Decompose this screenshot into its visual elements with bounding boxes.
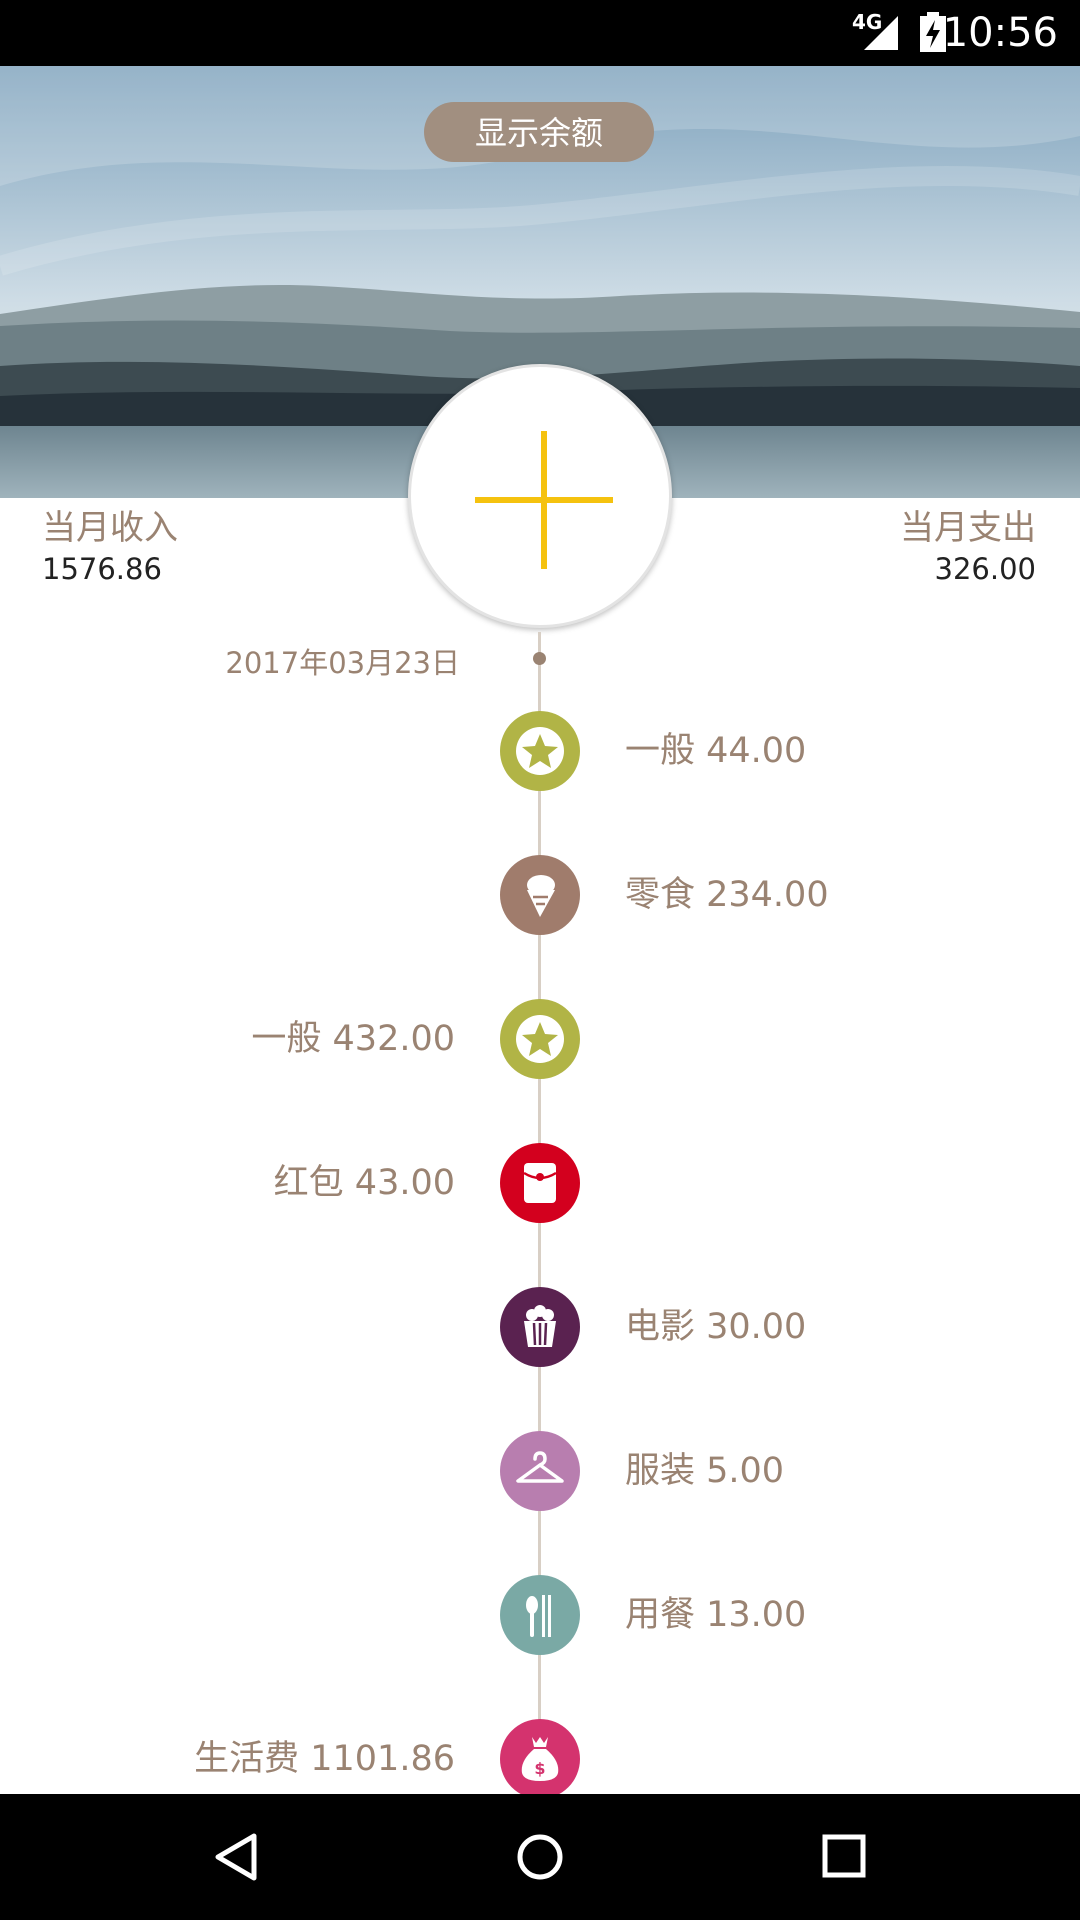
star-icon	[516, 1015, 564, 1063]
hanger-icon	[516, 1451, 564, 1483]
svg-text:$: $	[534, 1759, 545, 1778]
back-icon[interactable]	[212, 1832, 262, 1882]
expense-label: 当月支出	[900, 508, 1036, 548]
star-icon	[516, 727, 564, 775]
popcorn-icon	[524, 1305, 556, 1347]
red-envelope-icon	[523, 1163, 557, 1203]
income-label: 当月收入	[42, 508, 178, 548]
show-balance-button[interactable]: 显示余额	[424, 102, 654, 162]
entry-category-icon[interactable]	[500, 999, 580, 1079]
entry-label[interactable]: 一般 432.00	[251, 1017, 455, 1061]
entry-label[interactable]: 零食 234.00	[625, 873, 829, 917]
entry-category-icon[interactable]	[500, 711, 580, 791]
entry-category-icon[interactable]	[500, 1431, 580, 1511]
entry-category-icon[interactable]	[500, 1287, 580, 1367]
recents-icon[interactable]	[820, 1832, 870, 1882]
entry-category-icon[interactable]: $	[500, 1719, 580, 1799]
entry-label[interactable]: 红包 43.00	[274, 1161, 455, 1205]
entry-category-icon[interactable]	[500, 1143, 580, 1223]
money-bag-icon: $	[521, 1737, 559, 1781]
home-icon[interactable]	[515, 1831, 565, 1883]
income-value: 1576.86	[42, 552, 162, 586]
entry-category-icon[interactable]	[500, 855, 580, 935]
navigation-bar	[0, 1794, 1080, 1920]
timeline-date: 2017年03月23日	[225, 646, 460, 680]
entry-label[interactable]: 电影 30.00	[625, 1305, 806, 1349]
status-bar: 4G 10:56	[0, 0, 1080, 66]
signal-icon	[864, 16, 898, 50]
utensils-icon	[526, 1595, 551, 1637]
ice-cream-icon	[527, 875, 555, 917]
clock: 10:56	[942, 10, 1058, 56]
date-marker	[533, 652, 546, 665]
entry-label[interactable]: 一般 44.00	[625, 729, 806, 773]
entry-label[interactable]: 生活费 1101.86	[194, 1737, 455, 1781]
add-record-button[interactable]	[408, 364, 672, 628]
entry-label[interactable]: 服装 5.00	[625, 1449, 784, 1493]
entry-category-icon[interactable]	[500, 1575, 580, 1655]
expense-value: 326.00	[934, 552, 1036, 586]
entry-label[interactable]: 用餐 13.00	[625, 1593, 806, 1637]
